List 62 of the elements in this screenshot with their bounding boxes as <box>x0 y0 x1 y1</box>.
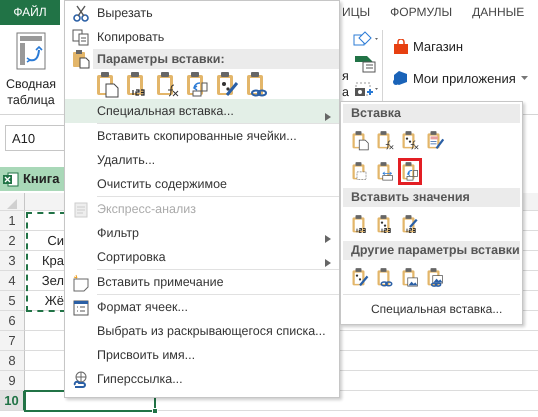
caret-icon[interactable] <box>520 74 530 82</box>
submenu-arrow-icon <box>325 112 331 121</box>
menu-item[interactable]: Удалить... <box>65 148 339 172</box>
ribbon-tab[interactable]: ФОРМУЛЫ <box>380 0 462 25</box>
fill-handle[interactable] <box>152 408 158 414</box>
menu-item[interactable]: Выбрать из раскрывающегося списка... <box>65 319 339 343</box>
menu-section-header: Вставить значения <box>343 188 520 207</box>
menu-item[interactable]: Копировать <box>65 25 339 49</box>
row-header[interactable]: 10 <box>0 391 25 411</box>
row-header[interactable]: 6 <box>0 311 25 331</box>
corner-triangle-icon <box>6 198 18 210</box>
row-header[interactable]: 3 <box>0 251 25 271</box>
shapes-icon[interactable] <box>352 30 381 48</box>
menu-section-header: Параметры вставки: <box>93 49 339 69</box>
table-cell-text: Си <box>46 232 64 250</box>
row-header[interactable]: 2 <box>0 231 25 251</box>
row-header[interactable]: 5 <box>0 291 25 311</box>
menu-item[interactable]: Гиперссылка... <box>65 367 339 391</box>
excel-icon[interactable] <box>3 172 19 186</box>
scissors-icon <box>71 4 91 24</box>
ribbon-tab[interactable]: ИЦЫ <box>342 0 380 25</box>
menu-item[interactable]: Формат ячеек... <box>65 295 339 319</box>
store-icon[interactable] <box>392 38 409 55</box>
row-header[interactable]: 1 <box>0 211 25 231</box>
clipboard-icon[interactable] <box>95 70 119 98</box>
pivot-table-button-label[interactable]: Сводная таблица <box>6 76 56 108</box>
submenu-arrow-icon <box>325 258 331 267</box>
ribbon-tab[interactable]: ДАННЫЕ <box>462 0 534 25</box>
clipboard-icon[interactable] <box>155 70 179 98</box>
store-button[interactable]: Магазин <box>412 37 464 56</box>
my-apps-button[interactable]: Мои приложения <box>412 68 516 88</box>
format-cells-icon <box>71 298 91 318</box>
table-cell-text: Кра <box>40 252 64 270</box>
menu-item[interactable]: Вырезать <box>65 1 339 25</box>
ribbon-button-label[interactable]: я а <box>342 68 349 100</box>
note-icon <box>71 273 91 293</box>
clipboard-icon[interactable] <box>245 70 269 98</box>
apps-icon[interactable] <box>392 70 409 86</box>
menu-item[interactable]: Вставить примечание <box>65 270 339 294</box>
menu-section-header: Вставка <box>343 104 520 123</box>
menu-section-header: Другие параметры вставки <box>343 241 520 260</box>
row-header[interactable]: 7 <box>0 331 25 351</box>
screenshot-icon[interactable] <box>352 80 381 98</box>
menu-item[interactable]: Специальная вставка... <box>65 99 339 123</box>
clipboard-icon[interactable] <box>185 70 209 98</box>
row-header[interactable]: 4 <box>0 271 25 291</box>
table-cell-text: Зел <box>40 272 64 290</box>
clipboard-icon[interactable] <box>398 158 422 184</box>
menu-item[interactable]: Вставить скопированные ячейки... <box>65 124 339 148</box>
clipboard-icon <box>71 49 91 69</box>
menu-item[interactable]: Очистить содержимое <box>65 172 339 196</box>
menu-item[interactable]: Специальная вставка... <box>371 302 502 316</box>
menu-item[interactable]: Сортировка <box>65 245 339 269</box>
copy-icon <box>71 28 91 48</box>
clipboard-icon[interactable] <box>215 70 239 98</box>
row-header[interactable]: 8 <box>0 351 25 371</box>
menu-item[interactable]: Фильтр <box>65 221 339 245</box>
submenu-arrow-icon <box>325 234 331 243</box>
menu-item[interactable]: Присвоить имя... <box>65 343 339 367</box>
pivot-table-icon[interactable] <box>16 32 46 70</box>
row-header[interactable]: 9 <box>0 371 25 391</box>
table-cell-text: Жё <box>44 292 64 310</box>
